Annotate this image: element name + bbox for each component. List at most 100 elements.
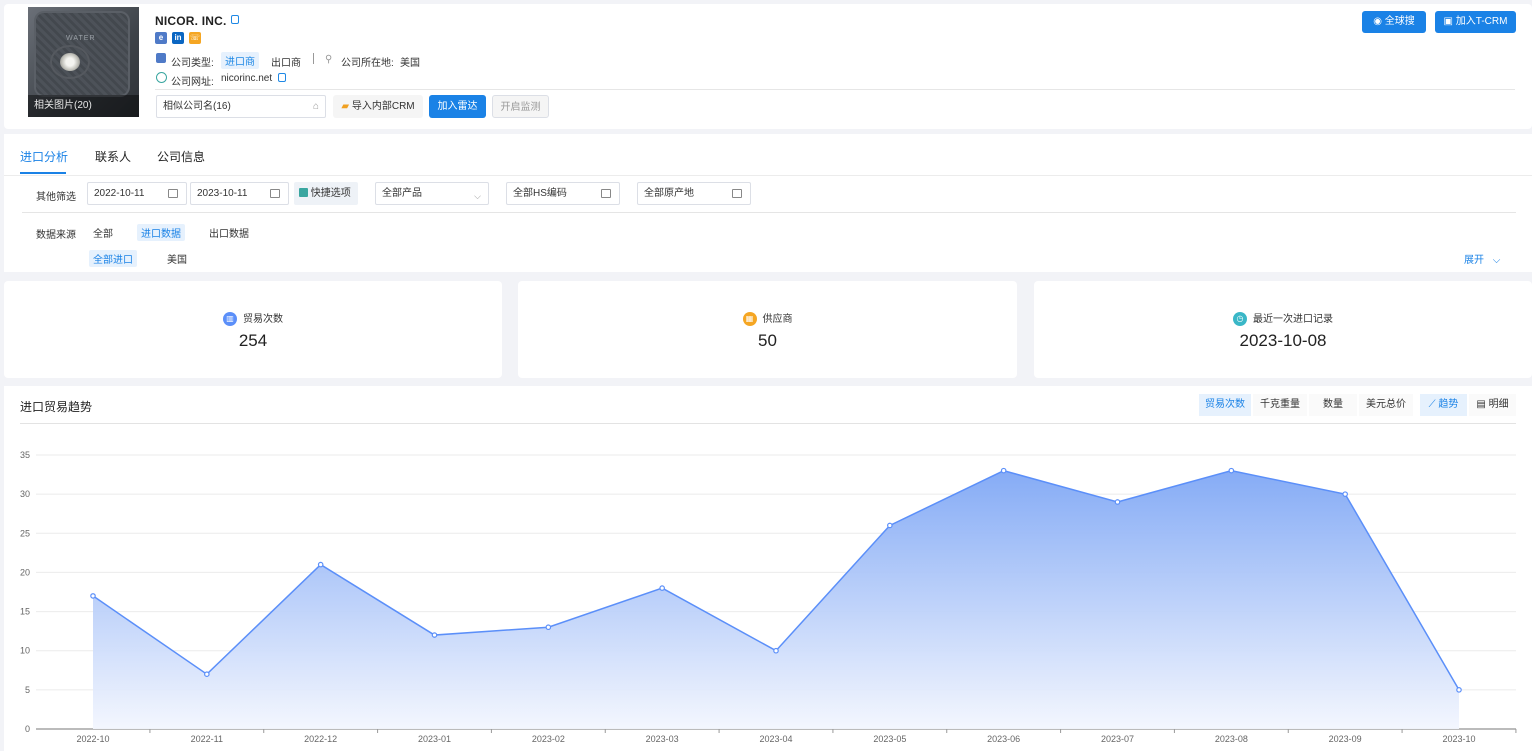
date-from-value: 2022-10-11 <box>94 188 145 199</box>
tab-import-analysis[interactable]: 进口分析 <box>20 148 68 165</box>
product-select[interactable]: 全部产品 ⌵ <box>375 182 489 205</box>
data-point <box>431 632 438 638</box>
date-from-input[interactable]: 2022-10-11 <box>87 182 187 205</box>
x-tick-label: 2023-03 <box>646 734 679 744</box>
y-tick-label: 35 <box>20 450 30 460</box>
x-tick-label: 2023-05 <box>873 734 906 744</box>
ie-icon[interactable]: e <box>155 32 167 44</box>
import-crm-button[interactable]: ▰ 导入内部CRM <box>333 95 423 118</box>
hs-code-select[interactable]: 全部HS编码 <box>506 182 620 205</box>
start-monitor-button[interactable]: 开启监测 <box>492 95 549 118</box>
similar-company-field[interactable]: 相似公司名(16) ⌂ <box>156 95 326 118</box>
view-detail[interactable]: ▤ 明细 <box>1469 394 1516 416</box>
expand-button[interactable]: 展开 ⌵ <box>1464 251 1500 266</box>
origin-value: 全部原产地 <box>644 188 694 199</box>
quick-options-label: 快捷选项 <box>310 188 351 199</box>
image-count-caption: 相关图片(20) <box>28 95 139 117</box>
import-crm-label: 导入内部CRM <box>351 101 415 112</box>
metric-quantity[interactable]: 数量 <box>1309 394 1357 416</box>
website-link[interactable]: nicorinc.net <box>221 73 272 84</box>
source-all[interactable]: 全部 <box>89 224 117 241</box>
tab-contacts[interactable]: 联系人 <box>95 148 131 165</box>
metric-usd-total[interactable]: 美元总价 <box>1359 394 1413 416</box>
chevron-down-icon: ⌵ <box>1492 255 1501 266</box>
tab-company-info[interactable]: 公司信息 <box>157 148 205 165</box>
x-tick-label: 2023-06 <box>987 734 1020 744</box>
header-divider <box>155 89 1515 90</box>
filter-label: 其他筛选 <box>36 192 76 203</box>
clock-icon: ◷ <box>1233 312 1247 327</box>
source-export[interactable]: 出口数据 <box>205 224 253 241</box>
similar-company-label: 相似公司名(16) <box>163 101 231 112</box>
date-to-input[interactable]: 2023-10-11 <box>190 182 289 205</box>
quick-options-icon <box>299 188 308 197</box>
folder-icon: ▰ <box>341 101 350 112</box>
data-point <box>1000 467 1007 474</box>
photo-text: WATER <box>66 35 96 42</box>
company-type-icon <box>156 53 166 63</box>
metric-weight[interactable]: 千克重量 <box>1253 394 1307 416</box>
copy-icon[interactable] <box>231 15 239 24</box>
sub-source-all-import[interactable]: 全部进口 <box>89 250 137 267</box>
x-tick-label: 2023-04 <box>759 734 792 744</box>
quick-options-button[interactable]: 快捷选项 <box>294 182 358 205</box>
source-import[interactable]: 进口数据 <box>137 224 185 241</box>
linkedin-icon[interactable]: in <box>172 32 184 44</box>
tabs-border <box>4 175 1532 176</box>
y-tick-label: 15 <box>20 607 30 617</box>
lock-icon: ⌂ <box>312 101 319 112</box>
add-tcrm-button[interactable]: ▣ 加入T-CRM <box>1435 11 1516 33</box>
copy-website-icon[interactable] <box>278 73 286 82</box>
company-image[interactable]: WATER 相关图片(20) <box>28 7 139 117</box>
data-point <box>773 647 779 654</box>
y-tick-label: 5 <box>25 685 30 695</box>
data-point <box>1342 491 1348 497</box>
global-search-button[interactable]: ◉ 全球搜 <box>1362 11 1426 33</box>
phone-icon[interactable]: ☏ <box>189 32 201 44</box>
chevron-down-icon: ⌵ <box>474 191 481 201</box>
filter-divider <box>22 212 1516 213</box>
stat-label: 供应商 <box>762 314 793 325</box>
data-point <box>1228 467 1235 474</box>
view-detail-label: 明细 <box>1488 399 1509 410</box>
store-icon: ▦ <box>742 312 757 327</box>
website-label: 公司网址: <box>171 77 214 88</box>
location-label: 公司所在地: <box>341 58 394 69</box>
view-trend[interactable]: ⟋ 趋势 <box>1420 394 1467 416</box>
sub-source-usa[interactable]: 美国 <box>163 250 191 267</box>
data-point <box>659 585 665 591</box>
x-tick-label: 2023-02 <box>532 734 565 744</box>
stat-value: 2023-10-08 <box>1239 331 1327 350</box>
x-tick-label: 2023-10 <box>1442 734 1475 744</box>
stat-card-trade-count: ▥ 贸易次数 254 <box>4 281 502 378</box>
product-value: 全部产品 <box>382 188 422 199</box>
add-radar-button[interactable]: 加入雷达 <box>429 95 486 118</box>
bar-chart-icon: ▥ <box>223 312 237 327</box>
stat-value: 50 <box>758 331 777 350</box>
product-photo: WATER <box>34 11 130 97</box>
stat-value: 254 <box>238 331 268 350</box>
metric-trade-count[interactable]: 贸易次数 <box>1199 394 1251 416</box>
x-tick-label: 2023-01 <box>418 734 451 744</box>
calendar-icon <box>168 189 178 198</box>
list-icon <box>601 189 611 198</box>
divider <box>313 53 314 64</box>
origin-select[interactable]: 全部原产地 <box>637 182 751 205</box>
table-icon: ▤ <box>1476 399 1486 410</box>
y-tick-label: 20 <box>20 567 30 577</box>
data-point <box>1456 687 1462 693</box>
x-tick-label: 2023-09 <box>1329 734 1362 744</box>
globe-icon <box>156 72 167 83</box>
x-tick-label: 2023-08 <box>1215 734 1248 744</box>
list-icon <box>732 189 742 198</box>
calendar-icon <box>270 189 280 198</box>
stat-label: 最近一次进口记录 <box>1253 314 1333 325</box>
data-point <box>317 561 324 568</box>
company-name: NICOR. INC. <box>155 14 227 28</box>
photo-knob <box>60 53 80 71</box>
view-trend-label: 趋势 <box>1438 399 1459 410</box>
add-tcrm-label: 加入T-CRM <box>1455 16 1508 27</box>
stat-card-suppliers: ▦ 供应商 50 <box>518 281 1017 378</box>
y-tick-label: 10 <box>20 646 30 656</box>
y-tick-label: 0 <box>25 724 30 734</box>
